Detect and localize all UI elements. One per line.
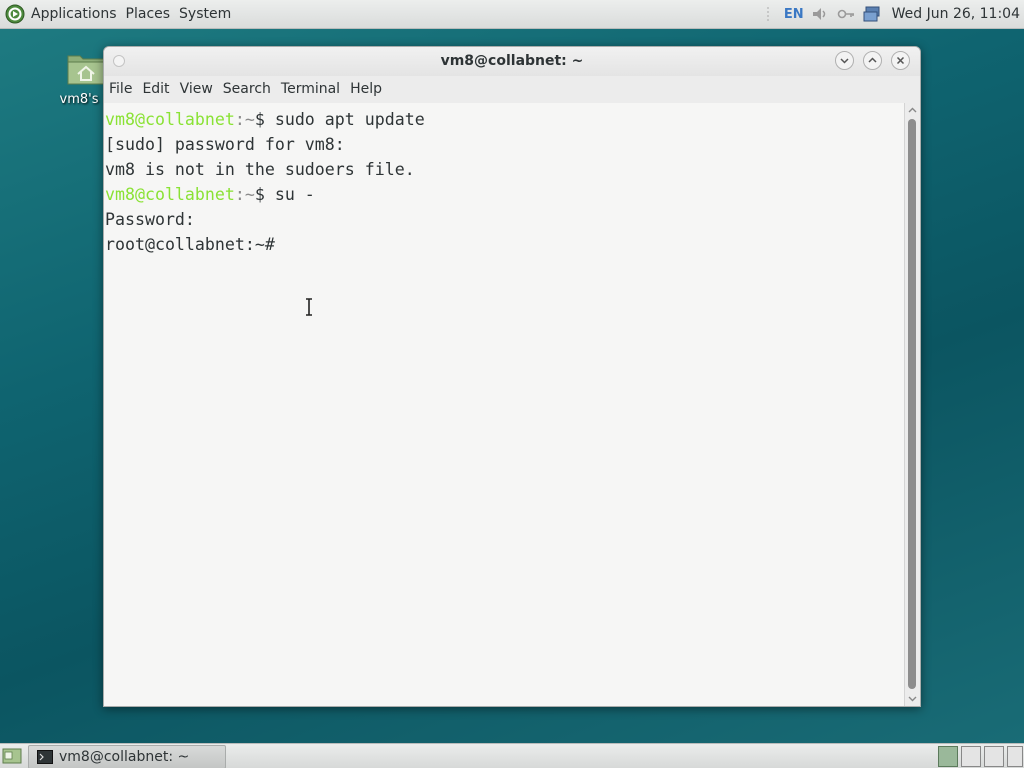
terminal-output[interactable]: vm8@collabnet:~$ sudo apt update [sudo] p…: [104, 103, 905, 706]
prompt-path: :~: [234, 110, 255, 129]
terminal-icon: [37, 750, 53, 764]
terminal-line: Password:: [105, 210, 195, 229]
menu-help[interactable]: Help: [345, 81, 387, 97]
menu-terminal[interactable]: Terminal: [276, 81, 345, 97]
scroll-up-icon[interactable]: [908, 106, 917, 115]
system-menu[interactable]: System: [179, 6, 231, 22]
prompt-user: vm8@collabnet: [105, 185, 235, 204]
menu-edit[interactable]: Edit: [137, 81, 174, 97]
minimize-button[interactable]: [835, 51, 854, 70]
network-icon[interactable]: [862, 5, 882, 23]
menu-search[interactable]: Search: [218, 81, 276, 97]
workspace-1[interactable]: [938, 746, 958, 767]
scrollbar-thumb[interactable]: [908, 119, 916, 689]
scroll-down-icon[interactable]: [908, 694, 917, 703]
command-text: $ su -: [254, 185, 315, 204]
chevron-up-icon: [868, 57, 877, 63]
top-panel: Applications Places System EN Wed Jun 26…: [0, 0, 1024, 29]
panel-separator-icon: [767, 7, 769, 21]
keyboard-layout-indicator[interactable]: EN: [784, 7, 804, 22]
taskbar-terminal-button[interactable]: vm8@collabnet: ~: [28, 745, 226, 768]
command-text: $ sudo apt update: [254, 110, 425, 129]
applications-menu[interactable]: Applications: [31, 6, 117, 22]
terminal-line: [sudo] password for vm8:: [105, 135, 345, 154]
workspace-4[interactable]: [1007, 746, 1023, 767]
workspace-3[interactable]: [984, 746, 1004, 767]
terminal-line: vm8@collabnet:~$ su -: [105, 182, 905, 207]
home-folder-icon: [67, 55, 105, 85]
volume-icon[interactable]: [810, 5, 830, 23]
bottom-panel: vm8@collabnet: ~: [0, 743, 1024, 768]
chevron-down-icon: [840, 58, 849, 64]
close-icon: [896, 56, 905, 65]
terminal-line: vm8@collabnet:~$ sudo apt update: [105, 107, 905, 132]
text-cursor-icon: [306, 298, 312, 316]
terminal-scrollbar[interactable]: [904, 103, 920, 706]
window-title: vm8@collabnet: ~: [440, 53, 584, 69]
clock[interactable]: Wed Jun 26, 11:04: [892, 6, 1020, 22]
close-button[interactable]: [891, 51, 910, 70]
system-tray: EN Wed Jun 26, 11:04: [758, 0, 1020, 28]
workspace-2[interactable]: [961, 746, 981, 767]
terminal-window: vm8@collabnet: ~ File Edit View Search T…: [103, 46, 921, 707]
maximize-button[interactable]: [863, 51, 882, 70]
window-titlebar[interactable]: vm8@collabnet: ~: [104, 47, 920, 76]
places-menu[interactable]: Places: [126, 6, 171, 22]
terminal-line: vm8 is not in the sudoers file.: [105, 160, 415, 179]
menu-view[interactable]: View: [175, 81, 218, 97]
terminal-menubar: File Edit View Search Terminal Help: [104, 76, 920, 102]
prompt-user: vm8@collabnet: [105, 110, 235, 129]
distro-logo-icon[interactable]: [5, 4, 25, 24]
key-icon[interactable]: [836, 5, 856, 23]
menu-file[interactable]: File: [104, 81, 137, 97]
prompt-path: :~: [234, 185, 255, 204]
terminal-text: vm8@collabnet:~$ sudo apt update [sudo] p…: [104, 103, 905, 257]
terminal-line: root@collabnet:~#: [105, 235, 275, 254]
taskbar-terminal-label: vm8@collabnet: ~: [59, 749, 190, 765]
show-desktop-icon[interactable]: [2, 747, 22, 765]
